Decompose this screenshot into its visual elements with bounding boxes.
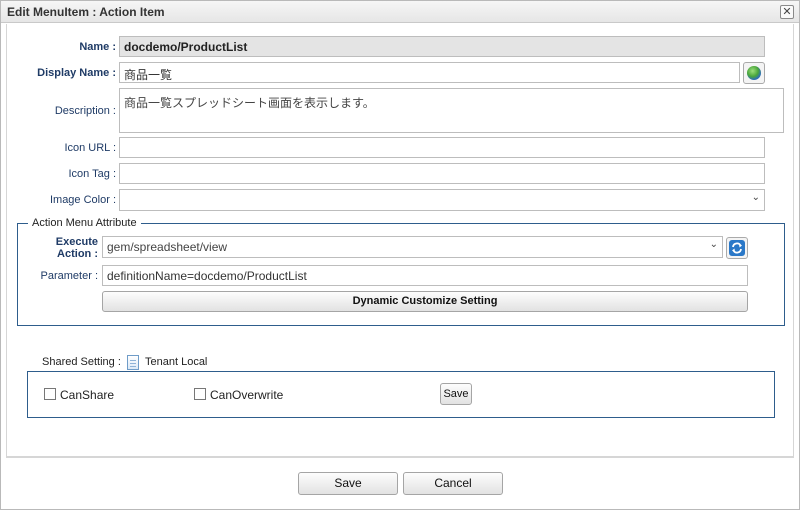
close-icon[interactable]: ✕ [780, 5, 794, 19]
document-icon [127, 355, 139, 370]
parameter-label: Parameter : [40, 270, 98, 282]
shared-setting-box [27, 371, 775, 418]
name-field: docdemo/ProductList [119, 36, 765, 57]
can-overwrite-label: CanOverwrite [210, 388, 284, 402]
edit-menuitem-dialog: Edit MenuItem : Action Item ✕ Name : doc… [0, 0, 800, 510]
shared-setting-label: Shared Setting : [42, 356, 121, 368]
parameter-input[interactable]: definitionName=docdemo/ProductList [102, 265, 748, 286]
display-name-label: Display Name : [37, 67, 116, 79]
display-name-input[interactable]: 商品一覧 [119, 62, 740, 83]
execute-action-value: gem/spreadsheet/view [107, 240, 228, 254]
chevron-down-icon: ⌄ [709, 239, 718, 250]
dialog-titlebar: Edit MenuItem : Action Item ✕ [1, 1, 799, 23]
save-button[interactable]: Save [298, 472, 398, 495]
can-share-label: CanShare [60, 388, 115, 402]
execute-action-label: Execute Action : [27, 236, 98, 260]
icon-tag-input[interactable] [119, 163, 765, 184]
icon-url-input[interactable] [119, 137, 765, 158]
shared-save-button[interactable]: Save [440, 383, 472, 405]
image-color-label: Image Color : [49, 194, 116, 206]
cancel-button[interactable]: Cancel [403, 472, 503, 495]
can-overwrite-checkbox[interactable] [194, 388, 206, 400]
image-color-select[interactable]: ⌄ [119, 189, 765, 211]
globe-icon[interactable] [743, 62, 765, 84]
refresh-icon-graphic [729, 240, 745, 256]
execute-action-select[interactable]: gem/spreadsheet/view ⌄ [102, 236, 723, 258]
dialog-title: Edit MenuItem : Action Item [7, 5, 165, 19]
action-menu-legend: Action Menu Attribute [32, 217, 137, 229]
footer-divider [6, 457, 794, 458]
icon-url-label: Icon URL : [64, 142, 116, 154]
name-label: Name : [79, 41, 116, 53]
chevron-down-icon: ⌄ [751, 192, 760, 203]
dialog-content: Name : docdemo/ProductList Display Name … [6, 24, 794, 457]
dynamic-customize-setting-button[interactable]: Dynamic Customize Setting [102, 291, 748, 312]
refresh-icon[interactable] [726, 237, 748, 259]
can-share-checkbox[interactable] [44, 388, 56, 400]
execute-action-label-line1: Execute [55, 236, 98, 248]
icon-tag-label: Icon Tag : [68, 168, 117, 180]
description-textarea[interactable]: 商品一覧スプレッドシート画面を表示します。 [119, 88, 784, 133]
shared-scope-label: Tenant Local [145, 356, 208, 368]
execute-action-label-line2: Action : [57, 248, 98, 260]
description-label: Description : [54, 105, 116, 117]
